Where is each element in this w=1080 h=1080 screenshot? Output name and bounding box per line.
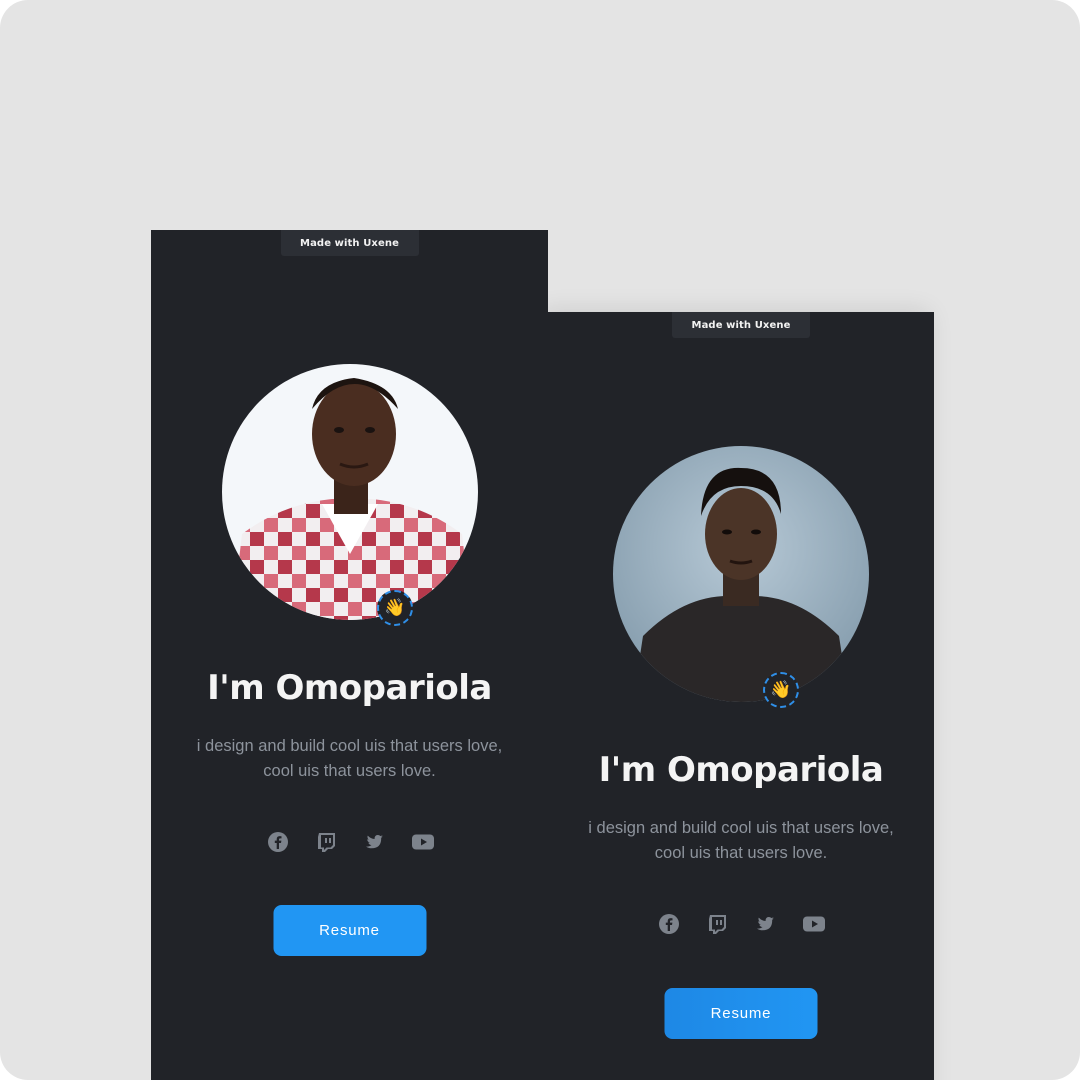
bio-line-2: cool uis that users love. — [654, 844, 828, 862]
social-links — [151, 832, 548, 852]
resume-button[interactable]: Resume — [273, 905, 426, 956]
twitch-icon[interactable] — [707, 914, 727, 934]
resume-button[interactable]: Resume — [664, 988, 818, 1039]
twitch-icon[interactable] — [316, 832, 336, 852]
bio-line-2: cool uis that users love. — [263, 762, 436, 780]
waving-hand-icon: 👋 — [763, 672, 799, 708]
bio-line-1: i design and build cool uis that users l… — [588, 819, 894, 837]
facebook-icon[interactable] — [659, 914, 679, 934]
profile-name: I'm Omopariola — [207, 668, 492, 708]
profile-bio: i design and build cool uis that users l… — [151, 734, 548, 784]
avatar-portrait-image — [221, 364, 478, 620]
twitter-icon[interactable] — [364, 832, 384, 852]
avatar — [221, 364, 478, 620]
profile-bio: i design and build cool uis that users l… — [548, 816, 934, 866]
youtube-icon[interactable] — [803, 914, 825, 934]
social-links — [548, 914, 934, 934]
profile-card-right: Made with Uxene 👋 I'm Omopariola i desig… — [548, 312, 934, 1080]
bio-line-1: i design and build cool uis that users l… — [196, 737, 503, 755]
canvas-background: Made with Uxene 👋 I'm Omopariola i desig… — [0, 0, 1080, 1080]
made-with-badge[interactable]: Made with Uxene — [280, 230, 419, 256]
avatar — [613, 446, 869, 702]
waving-hand-icon: 👋 — [377, 590, 413, 626]
profile-name: I'm Omopariola — [598, 750, 884, 790]
profile-card-left: Made with Uxene 👋 I'm Omopariola i desig… — [151, 230, 548, 1080]
youtube-icon[interactable] — [411, 832, 434, 852]
facebook-icon[interactable] — [267, 832, 288, 852]
avatar-portrait-image — [613, 446, 869, 702]
made-with-badge[interactable]: Made with Uxene — [672, 312, 810, 338]
twitter-icon[interactable] — [755, 914, 775, 934]
